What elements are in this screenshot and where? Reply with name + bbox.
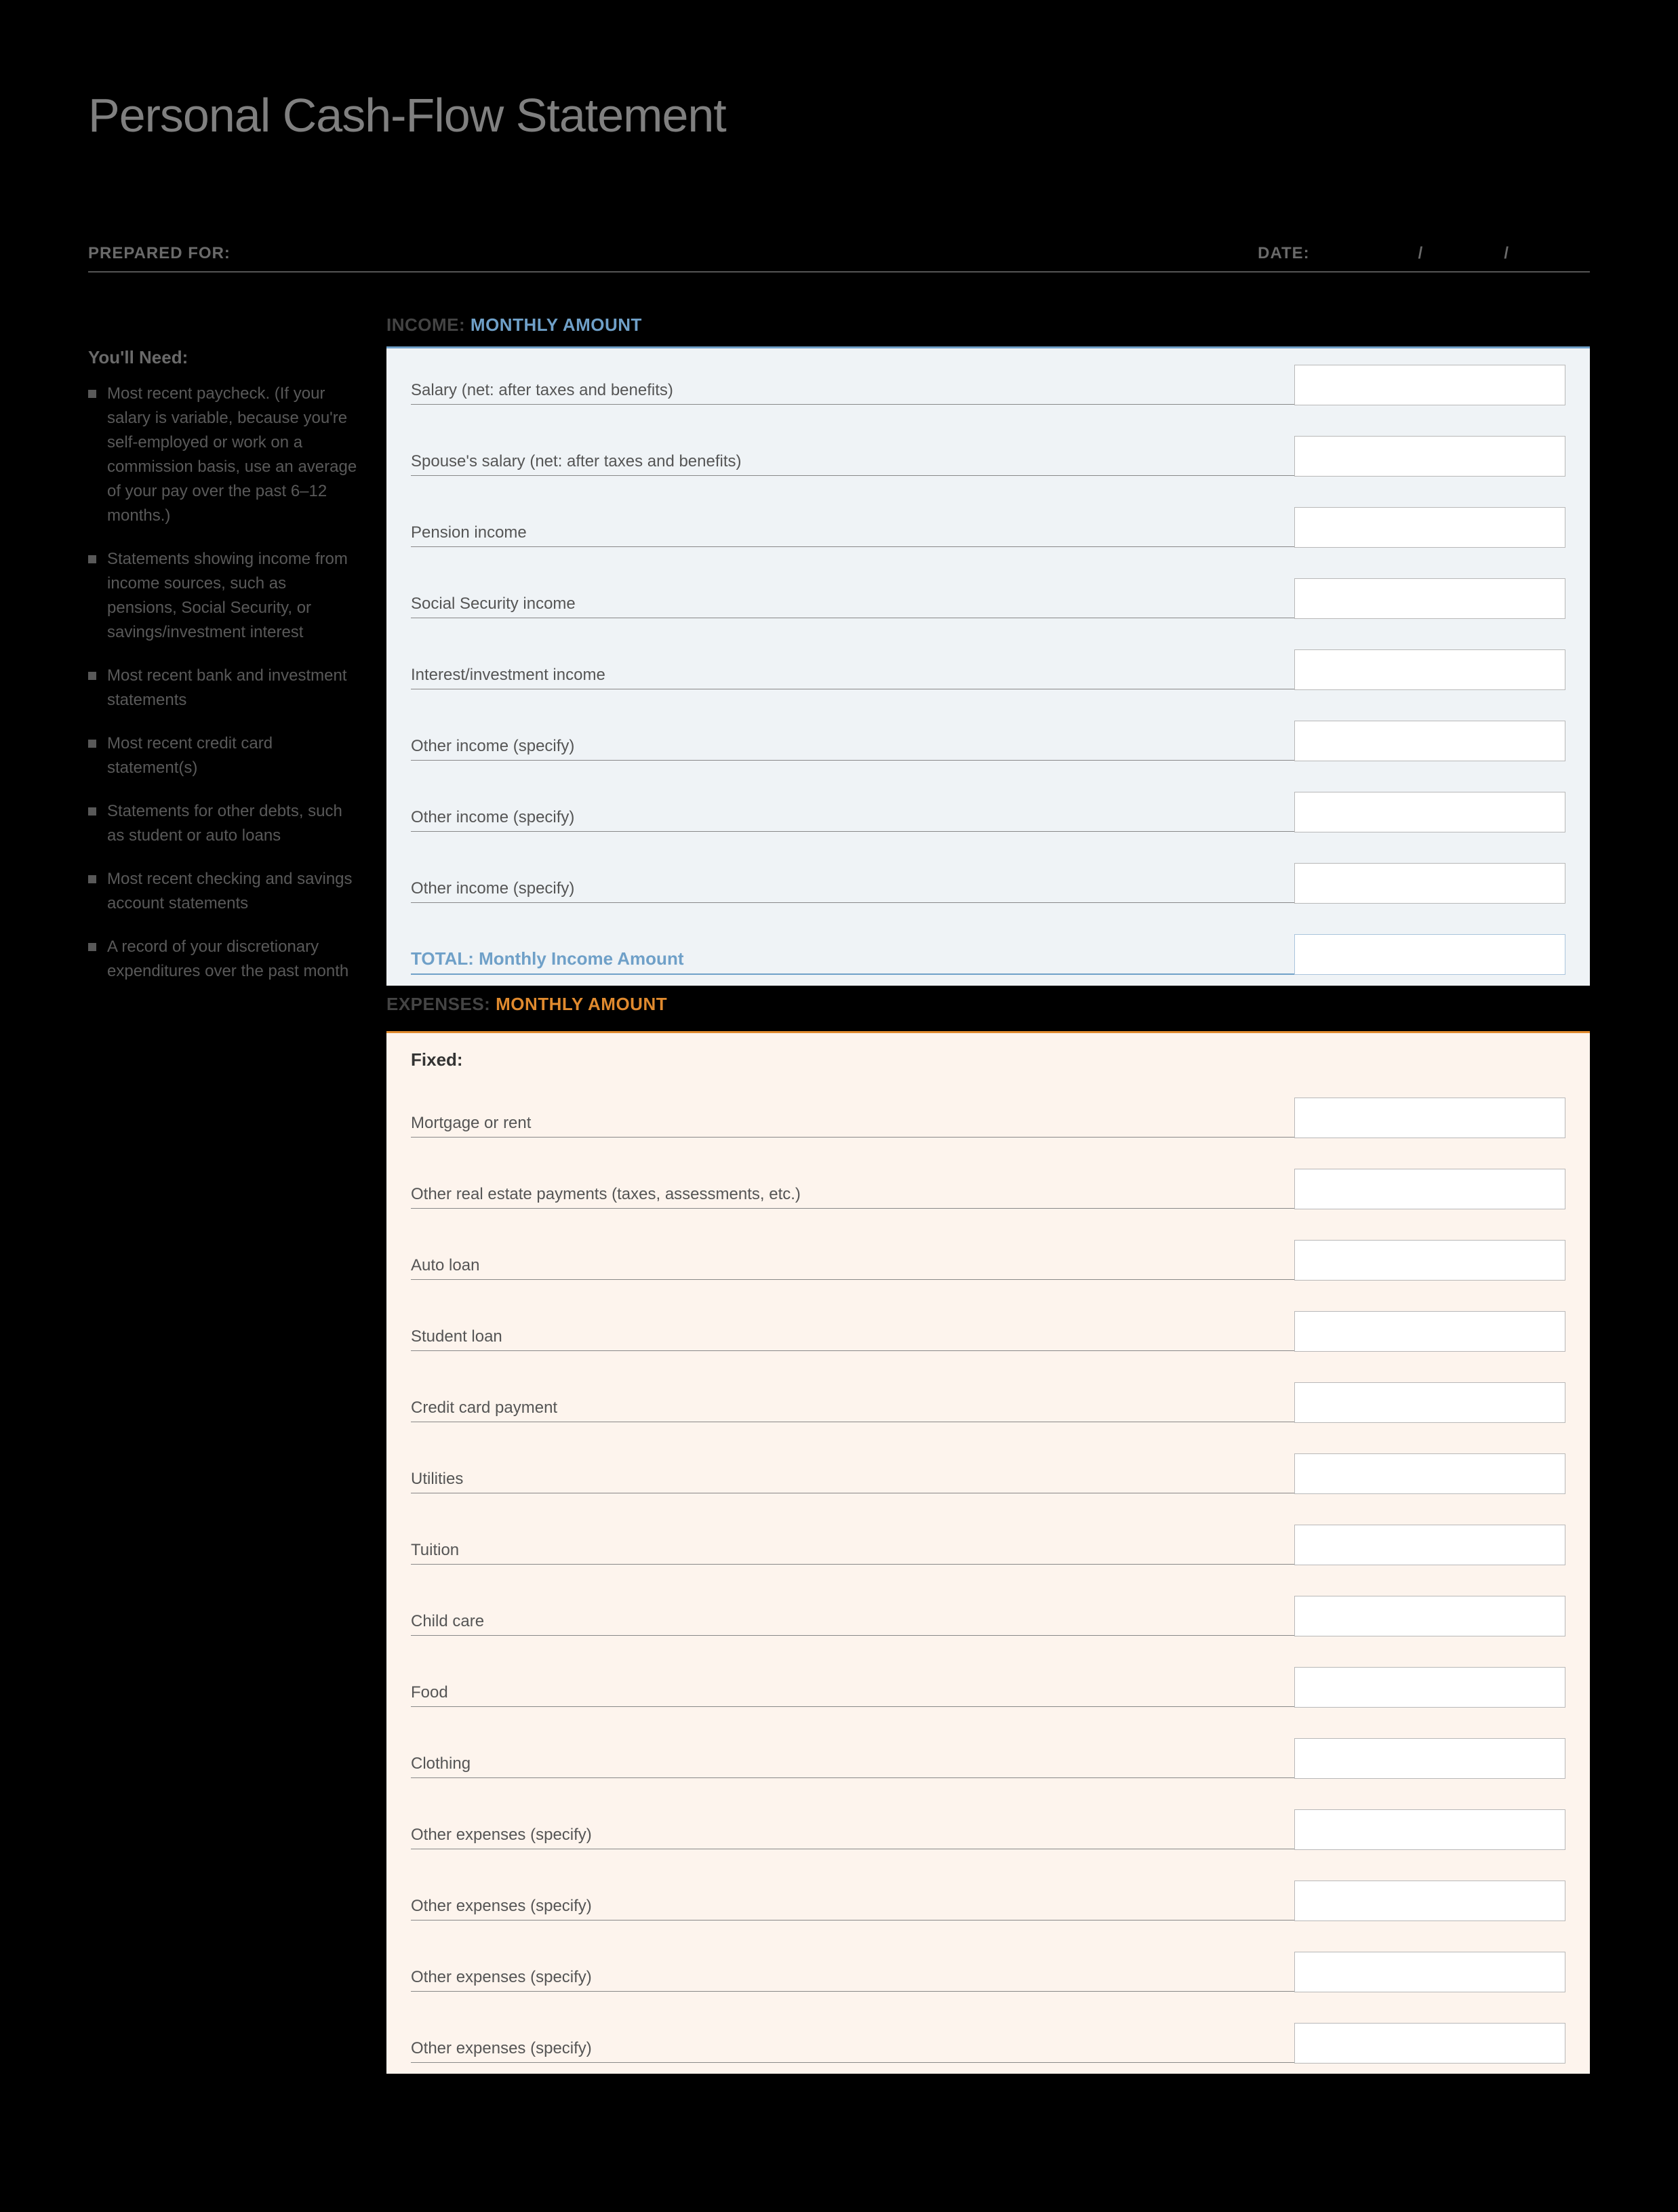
sidebar-item: Most recent paycheck. (If your salary is… [88, 382, 359, 528]
expense-input-credit-card[interactable] [1294, 1382, 1565, 1423]
expenses-panel: Fixed: Mortgage or rent Other real estat… [386, 1031, 1590, 2074]
income-input-pension[interactable] [1294, 507, 1565, 548]
expense-row: Food [411, 1667, 1565, 1707]
income-row: Salary (net: after taxes and benefits) [411, 365, 1565, 405]
expense-row: Utilities [411, 1453, 1565, 1493]
sidebar-title: You'll Need: [88, 347, 359, 368]
row-label: Social Security income [411, 595, 1281, 618]
row-label: Other expenses (specify) [411, 1826, 1281, 1849]
income-panel: Salary (net: after taxes and benefits) S… [386, 346, 1590, 986]
expense-row: Other expenses (specify) [411, 2023, 1565, 2063]
date-slash-2: / [1504, 244, 1509, 263]
expense-row: Credit card payment [411, 1382, 1565, 1422]
row-label: Tuition [411, 1541, 1281, 1564]
row-label: Credit card payment [411, 1399, 1281, 1422]
expense-input-other-4[interactable] [1294, 2023, 1565, 2064]
income-row: Social Security income [411, 578, 1565, 618]
row-label: Interest/investment income [411, 666, 1281, 689]
income-row: Interest/investment income [411, 649, 1565, 689]
date-label: DATE: [1258, 244, 1310, 263]
income-row: Pension income [411, 507, 1565, 547]
sidebar-list: Most recent paycheck. (If your salary is… [88, 382, 359, 984]
expenses-sublabel: MONTHLY AMOUNT [496, 994, 667, 1014]
expense-input-auto-loan[interactable] [1294, 1240, 1565, 1281]
income-input-other-2[interactable] [1294, 792, 1565, 832]
page-title: Personal Cash-Flow Statement [88, 88, 1590, 142]
row-label: Other income (specify) [411, 808, 1281, 831]
row-label: Child care [411, 1612, 1281, 1635]
expense-row: Clothing [411, 1738, 1565, 1778]
expense-input-student-loan[interactable] [1294, 1311, 1565, 1352]
prepared-for-label: PREPARED FOR: [88, 244, 231, 263]
income-total-label: TOTAL: Monthly Income Amount [411, 948, 1281, 973]
expense-row: Other expenses (specify) [411, 1952, 1565, 1992]
income-row: Other income (specify) [411, 863, 1565, 903]
expenses-fixed-label: Fixed: [411, 1049, 1565, 1070]
row-label: Other expenses (specify) [411, 1897, 1281, 1920]
expense-row: Other real estate payments (taxes, asses… [411, 1169, 1565, 1209]
expense-input-other-1[interactable] [1294, 1809, 1565, 1850]
row-label: Other expenses (specify) [411, 1968, 1281, 1991]
expense-input-real-estate[interactable] [1294, 1169, 1565, 1209]
content: INCOME: MONTHLY AMOUNT Salary (net: afte… [386, 306, 1590, 2074]
row-label: Other expenses (specify) [411, 2039, 1281, 2062]
income-label: INCOME: [386, 315, 465, 335]
expense-row: Other expenses (specify) [411, 1809, 1565, 1849]
expense-row: Child care [411, 1596, 1565, 1636]
income-input-interest[interactable] [1294, 649, 1565, 690]
expenses-section-header: EXPENSES: MONTHLY AMOUNT [386, 986, 1590, 1026]
row-label: Other income (specify) [411, 879, 1281, 902]
income-input-social-security[interactable] [1294, 578, 1565, 619]
sidebar-item: Statements for other debts, such as stud… [88, 799, 359, 848]
sidebar-item: Most recent checking and savings account… [88, 867, 359, 916]
expense-input-other-2[interactable] [1294, 1881, 1565, 1921]
income-section-header: INCOME: MONTHLY AMOUNT [386, 306, 1590, 346]
expense-input-clothing[interactable] [1294, 1738, 1565, 1779]
expense-row: Auto loan [411, 1240, 1565, 1280]
expenses-label: EXPENSES: [386, 994, 490, 1014]
row-label: Auto loan [411, 1256, 1281, 1279]
expense-row: Student loan [411, 1311, 1565, 1351]
row-label: Pension income [411, 523, 1281, 546]
sidebar-item: Most recent bank and investment statemen… [88, 664, 359, 712]
income-row: Other income (specify) [411, 721, 1565, 761]
income-input-salary[interactable] [1294, 365, 1565, 405]
income-row: Spouse's salary (net: after taxes and be… [411, 436, 1565, 476]
income-total-input[interactable] [1294, 934, 1565, 975]
income-input-other-1[interactable] [1294, 721, 1565, 761]
expense-input-food[interactable] [1294, 1667, 1565, 1708]
expense-input-mortgage[interactable] [1294, 1098, 1565, 1138]
expense-input-other-3[interactable] [1294, 1952, 1565, 1992]
sidebar: You'll Need: Most recent paycheck. (If y… [88, 306, 359, 2074]
expense-input-child-care[interactable] [1294, 1596, 1565, 1636]
row-label: Student loan [411, 1327, 1281, 1350]
row-label: Food [411, 1683, 1281, 1706]
expense-row: Mortgage or rent [411, 1098, 1565, 1138]
row-label: Other income (specify) [411, 737, 1281, 760]
date-slash-1: / [1418, 244, 1423, 263]
expense-row: Other expenses (specify) [411, 1881, 1565, 1921]
income-row: Other income (specify) [411, 792, 1565, 832]
expense-input-tuition[interactable] [1294, 1525, 1565, 1565]
income-total-row: TOTAL: Monthly Income Amount [411, 934, 1565, 975]
income-input-spouse-salary[interactable] [1294, 436, 1565, 477]
header-row: PREPARED FOR: DATE: / / [88, 244, 1590, 273]
sidebar-item: Statements showing income from income so… [88, 547, 359, 645]
row-label: Clothing [411, 1754, 1281, 1777]
income-input-other-3[interactable] [1294, 863, 1565, 904]
row-label: Utilities [411, 1470, 1281, 1493]
row-label: Mortgage or rent [411, 1114, 1281, 1137]
income-sublabel: MONTHLY AMOUNT [471, 315, 642, 335]
expense-row: Tuition [411, 1525, 1565, 1565]
row-label: Other real estate payments (taxes, asses… [411, 1185, 1281, 1208]
row-label: Spouse's salary (net: after taxes and be… [411, 452, 1281, 475]
expense-input-utilities[interactable] [1294, 1453, 1565, 1494]
sidebar-item: Most recent credit card statement(s) [88, 731, 359, 780]
row-label: Salary (net: after taxes and benefits) [411, 381, 1281, 404]
sidebar-item: A record of your discretionary expenditu… [88, 935, 359, 984]
